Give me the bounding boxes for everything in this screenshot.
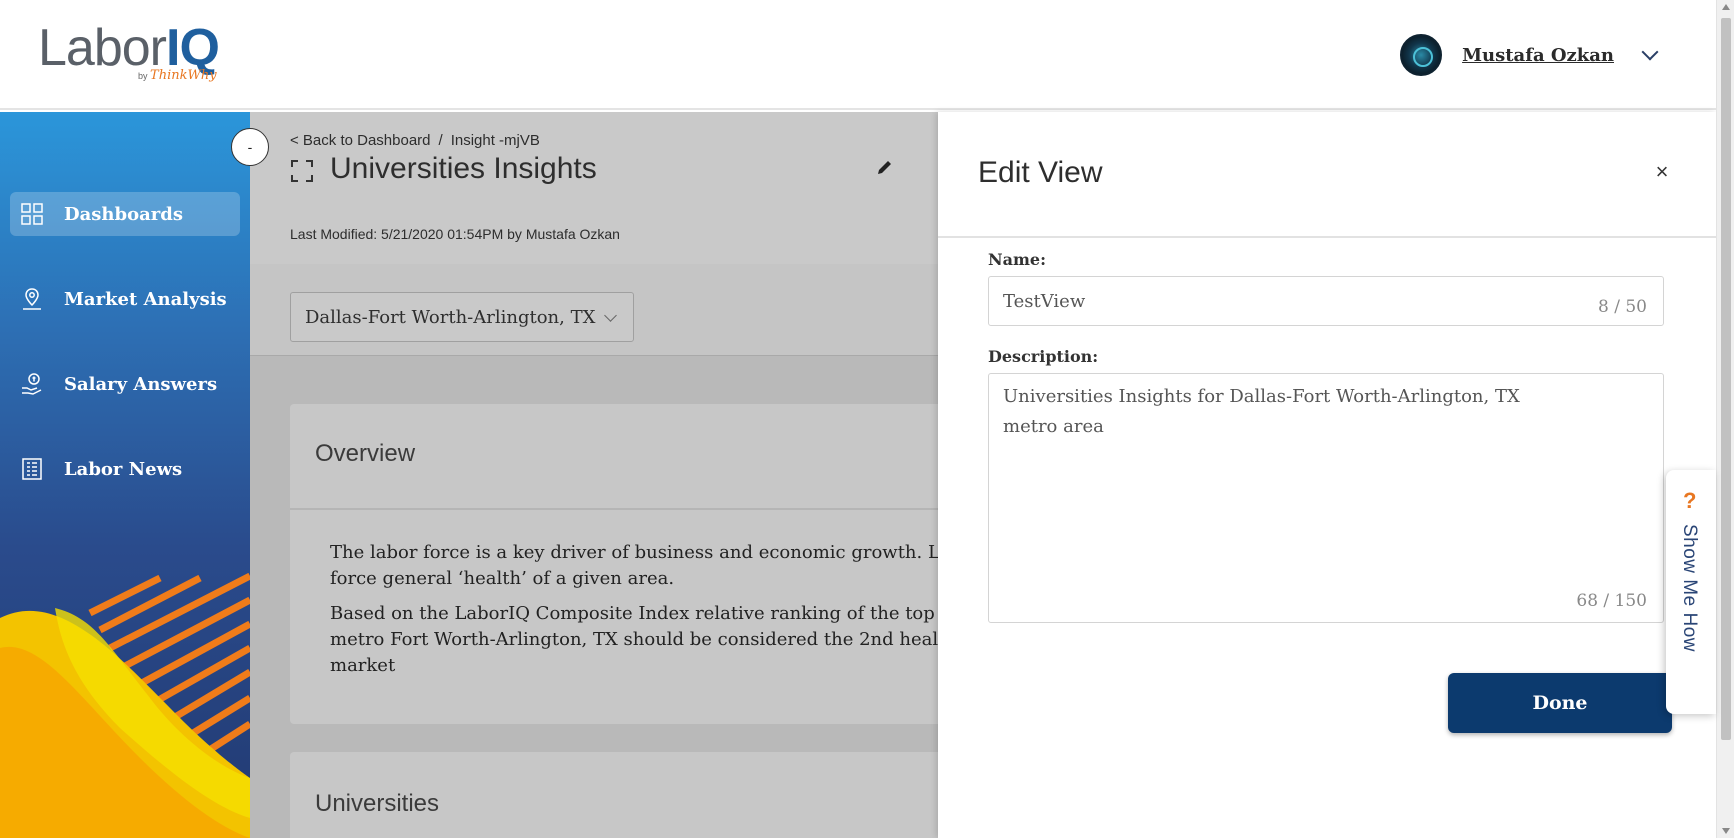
panel-header: Edit View × (938, 112, 1716, 238)
avatar[interactable] (1400, 34, 1443, 76)
logo-byline: by ThinkWhy (138, 68, 217, 83)
logo-thinkwhy-text: ThinkWhy (150, 68, 217, 83)
description-label: Description: (988, 347, 1099, 366)
scroll-thumb[interactable] (1721, 18, 1731, 740)
description-field[interactable]: Universities Insights for Dallas-Fort Wo… (988, 373, 1664, 623)
salary-hand-icon (22, 373, 42, 395)
sidebar-item-dashboards[interactable]: Dashboards (10, 192, 240, 236)
chevron-down-icon (604, 309, 617, 322)
sidebar-collapse-button[interactable]: - (231, 128, 269, 166)
location-select-value: Dallas-Fort Worth-Arlington, TX (305, 306, 596, 328)
location-select[interactable]: Dallas-Fort Worth-Arlington, TX (290, 292, 634, 342)
user-name-link[interactable]: Mustafa Ozkan (1462, 45, 1614, 66)
name-char-counter: 8 / 50 (1598, 297, 1647, 317)
overview-paragraph: Based on the LaborIQ Composite Index rel… (330, 603, 938, 676)
show-me-how-label: Show Me How (1679, 524, 1700, 652)
map-pin-icon (23, 288, 41, 310)
main-content: < Back to Dashboard / Insight -mjVB Univer… (250, 112, 938, 838)
name-field[interactable]: TestView 8 / 50 (988, 276, 1664, 326)
breadcrumb: < Back to Dashboard / Insight -mjVB (290, 132, 540, 149)
name-label: Name: (988, 250, 1047, 269)
pencil-icon[interactable] (876, 158, 894, 176)
scroll-up-arrow-icon[interactable] (1722, 4, 1730, 10)
name-field-value: TestView (1003, 290, 1086, 312)
last-modified-text: Last Modified: 5/21/2020 01:54PM by Must… (290, 226, 620, 242)
page-title: Universities Insights (330, 152, 597, 185)
question-icon: ? (1683, 488, 1697, 513)
description-field-value: Universities Insights for Dallas-Fort Wo… (1003, 386, 1520, 437)
user-menu[interactable]: Mustafa Ozkan (1400, 34, 1659, 76)
page-scrollbar[interactable] (1716, 0, 1734, 838)
breadcrumb-current: Insight -mjVB (450, 132, 540, 149)
sidebar: Dashboards Market Analysis Salary Answer… (0, 112, 250, 838)
sidebar-item-labor-news[interactable]: Labor News (10, 447, 240, 491)
chevron-down-icon[interactable] (1641, 43, 1659, 61)
description-char-counter: 68 / 150 (1576, 591, 1647, 611)
overview-header: Overview (290, 404, 938, 510)
overview-paragraph: The labor force is a key driver of busin… (330, 542, 938, 589)
sidebar-item-label: Market Analysis (64, 288, 227, 310)
sidebar-decoration (0, 572, 250, 838)
logo-by-text: by (138, 71, 148, 81)
done-button[interactable]: Done (1448, 673, 1672, 733)
sidebar-item-salary-answers[interactable]: Salary Answers (10, 362, 240, 406)
universities-title: Universities (315, 790, 440, 817)
breadcrumb-separator: / (438, 132, 443, 149)
universities-card: Universities (290, 752, 938, 838)
close-icon[interactable]: × (1650, 160, 1674, 184)
panel-title: Edit View (978, 156, 1103, 189)
overview-body: The labor force is a key driver of busin… (290, 510, 938, 679)
overview-card: Overview The labor force is a key driver… (290, 404, 938, 724)
grid-icon (21, 203, 43, 225)
back-to-dashboard-link[interactable]: < Back to Dashboard (290, 132, 431, 149)
sidebar-item-label: Salary Answers (64, 373, 218, 395)
edit-view-panel: Edit View × Name: TestView 8 / 50 Descri… (938, 112, 1716, 838)
show-me-how-tab[interactable]: ? Show Me How (1666, 470, 1716, 714)
laboriq-logo[interactable]: LaborIQ by ThinkWhy (38, 18, 238, 90)
overview-title: Overview (315, 440, 416, 467)
top-header: LaborIQ by ThinkWhy Mustafa Ozkan (0, 0, 1716, 110)
scroll-down-arrow-icon[interactable] (1722, 828, 1730, 834)
expand-icon[interactable] (290, 159, 314, 183)
sidebar-item-label: Labor News (64, 458, 183, 480)
sidebar-item-label: Dashboards (64, 203, 183, 225)
news-icon (22, 458, 42, 480)
sidebar-item-market-analysis[interactable]: Market Analysis (10, 277, 240, 321)
